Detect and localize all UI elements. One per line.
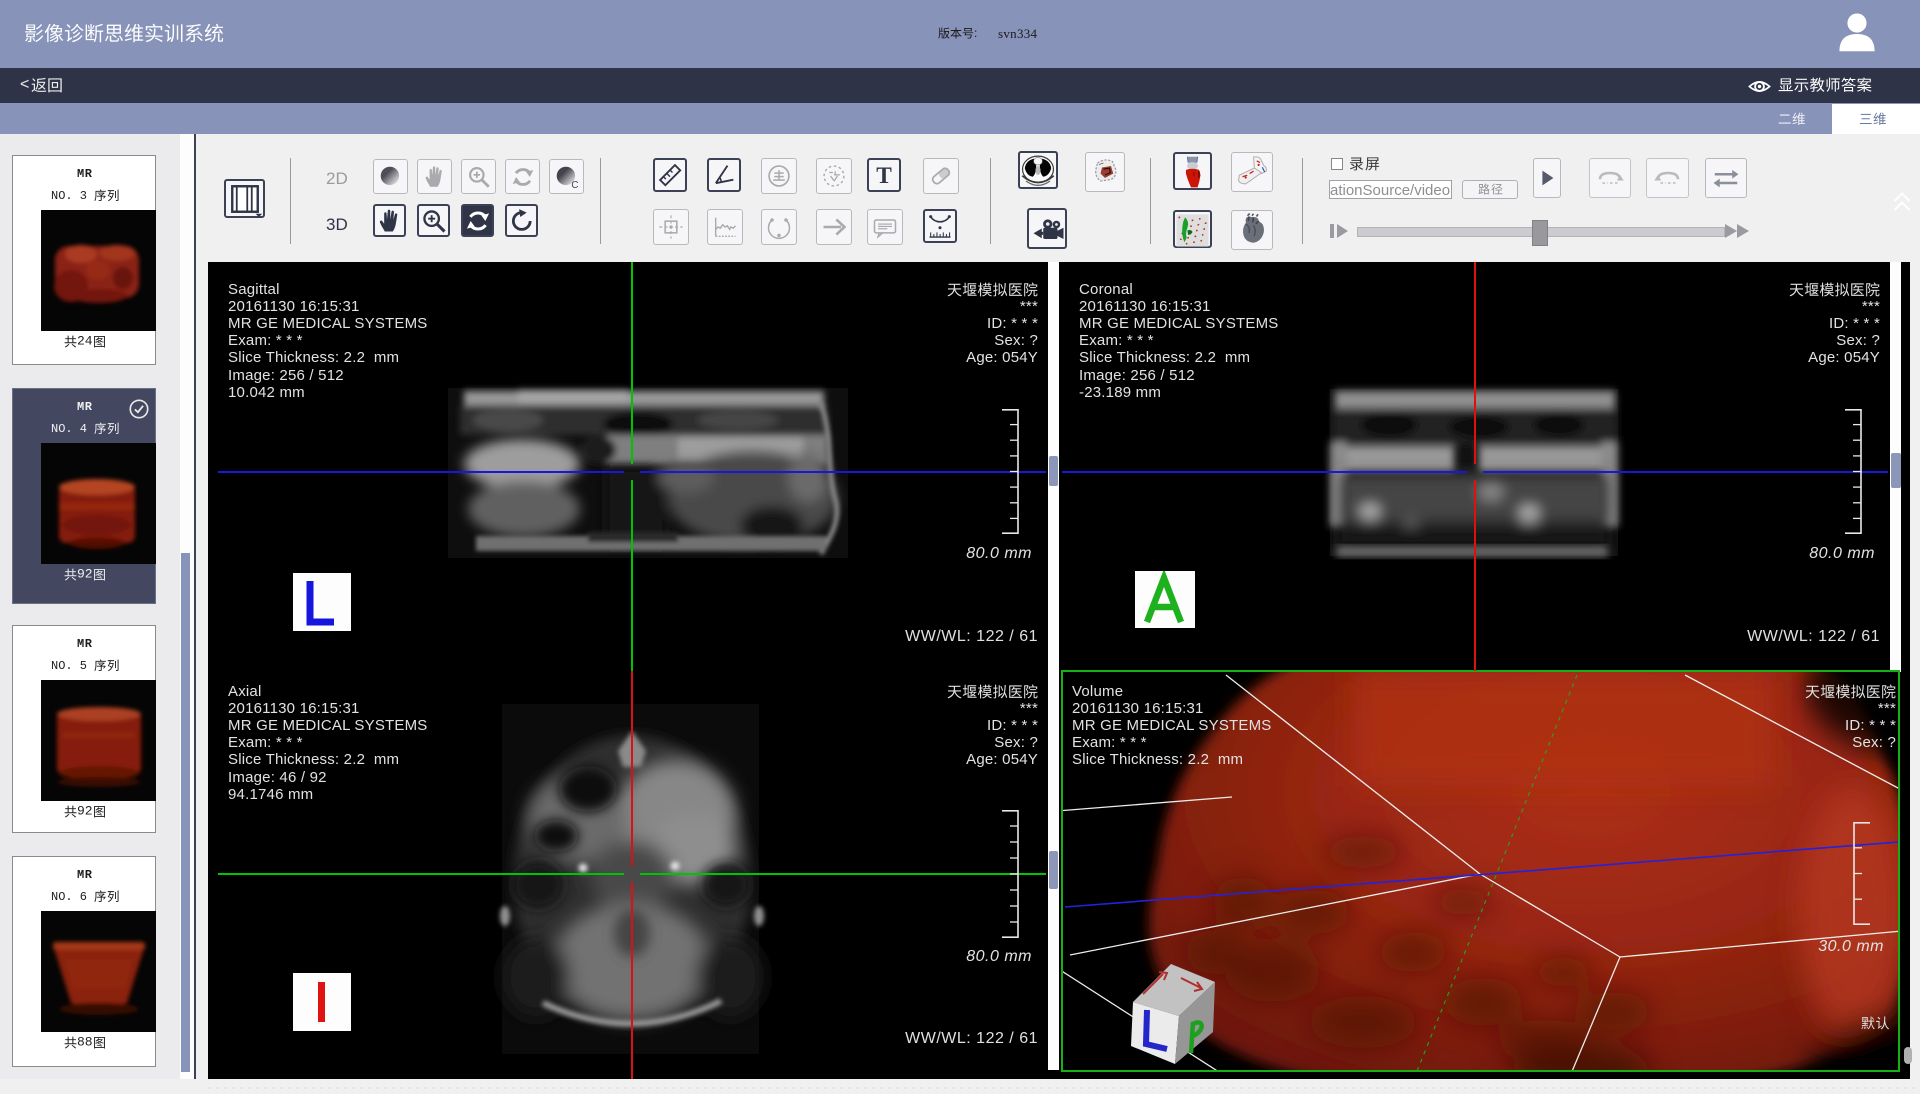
svg-text:T: T (876, 163, 892, 189)
svg-text:C: C (571, 179, 578, 189)
